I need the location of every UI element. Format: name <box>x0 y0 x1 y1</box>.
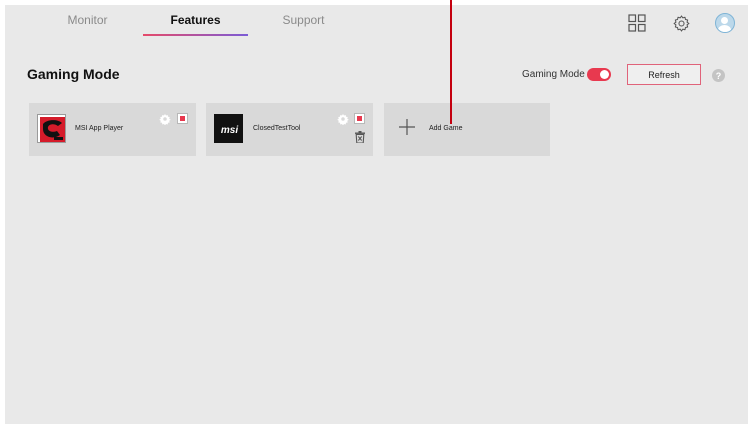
game-name: ClosedTestTool <box>253 125 301 132</box>
game-name: MSI App Player <box>75 125 124 132</box>
game-card-msi-app-player[interactable]: MSI App Player <box>29 103 196 156</box>
settings-button[interactable] <box>670 12 692 34</box>
help-icon[interactable]: ? <box>712 69 725 82</box>
game-settings-gear-icon[interactable] <box>337 113 349 125</box>
game-settings-gear-icon[interactable] <box>159 113 171 125</box>
game-card-closedtesttool[interactable]: msi ClosedTestTool <box>206 103 373 156</box>
msi-app-player-icon <box>37 114 66 143</box>
tab-features-label: Features <box>170 13 221 27</box>
app-window: Monitor Features Support Gaming Mode Gam… <box>5 5 748 424</box>
avatar-icon <box>715 13 735 33</box>
tab-monitor-label: Monitor <box>67 13 108 27</box>
gaming-mode-toggle[interactable] <box>587 68 611 81</box>
tab-support-label: Support <box>282 13 325 27</box>
grid-icon <box>628 14 646 32</box>
msi-logo-icon: msi <box>214 114 243 143</box>
game-stop-button[interactable] <box>354 113 365 124</box>
gear-icon <box>673 14 689 32</box>
active-tab-indicator <box>143 34 248 36</box>
page-title: Gaming Mode <box>27 66 120 82</box>
refresh-button[interactable]: Refresh <box>627 64 701 85</box>
tab-features[interactable]: Features <box>143 5 248 39</box>
plus-icon <box>399 119 415 135</box>
tab-monitor[interactable]: Monitor <box>35 5 140 39</box>
grid-view-button[interactable] <box>626 12 648 34</box>
svg-text:msi: msi <box>221 125 238 136</box>
game-stop-button[interactable] <box>177 113 188 124</box>
top-toolbar <box>604 12 736 34</box>
top-nav-tabs: Monitor Features Support <box>35 5 359 39</box>
trash-icon[interactable] <box>355 131 365 143</box>
add-game-label: Add Game <box>429 125 463 132</box>
user-profile-button[interactable] <box>714 12 736 34</box>
annotation-pointer-line <box>450 0 452 124</box>
add-game-card[interactable]: Add Game <box>384 103 550 156</box>
gaming-mode-label: Gaming Mode <box>522 69 585 80</box>
tab-support[interactable]: Support <box>251 5 356 39</box>
toggle-knob <box>600 70 609 79</box>
